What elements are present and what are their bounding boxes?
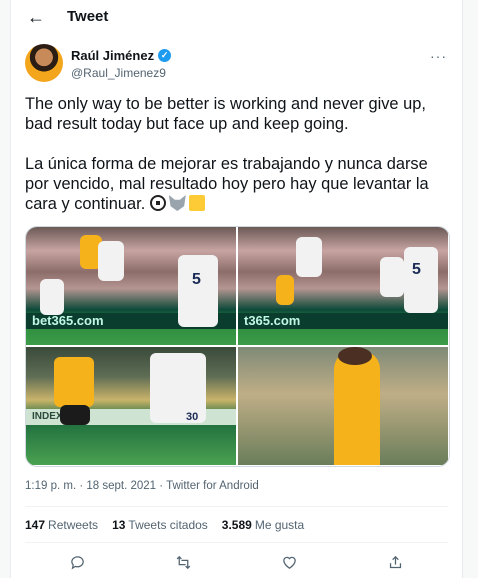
retweets-stat[interactable]: 147 Retweets: [25, 518, 98, 532]
author-name[interactable]: Raúl Jiménez: [71, 48, 154, 63]
player-head: [338, 347, 372, 365]
yellow-square-icon: [188, 195, 205, 211]
like-icon[interactable]: [279, 552, 299, 572]
tweet-date[interactable]: 18 sept. 2021: [86, 480, 156, 492]
tweet-page: ← Tweet Raúl Jiménez ✓ @Raul_Jimenez9 ··…: [10, 0, 463, 578]
meta-separator: ·: [156, 480, 167, 492]
arrow-left-icon[interactable]: ←: [27, 8, 47, 26]
photo-1[interactable]: bet365.com 5: [26, 227, 236, 345]
shirt-number: 5: [412, 261, 421, 278]
avatar[interactable]: [25, 44, 63, 82]
shirt-number: 5: [192, 271, 201, 288]
shirt-number: 30: [186, 411, 199, 423]
tweet-source[interactable]: Twitter for Android: [166, 480, 259, 492]
meta-separator: ·: [76, 480, 87, 492]
retweets-count: 147: [25, 518, 46, 532]
player: [178, 255, 218, 327]
tweet-paragraph-es-text: La única forma de mejorar es trabajando …: [25, 155, 434, 213]
author-name-row[interactable]: Raúl Jiménez ✓: [71, 48, 172, 63]
player: [334, 351, 380, 465]
header: ← Tweet: [11, 0, 462, 34]
likes-count: 3.589: [221, 518, 252, 532]
likes-label: Me gusta: [254, 518, 305, 532]
wolf-icon: [168, 195, 186, 211]
share-icon[interactable]: [385, 552, 405, 572]
tweet-time[interactable]: 1:19 p. m.: [25, 480, 76, 492]
retweet-icon[interactable]: [174, 552, 194, 572]
more-dots-icon[interactable]: ···: [430, 48, 447, 64]
ad-board: t365.com: [238, 313, 448, 329]
tweet-meta: 1:19 p. m. · 18 sept. 2021 · Twitter for…: [25, 480, 259, 492]
tweet-text: The only way to be better is working and…: [25, 94, 455, 214]
page-title: Tweet: [67, 8, 109, 25]
player: [404, 247, 438, 313]
divider: [25, 506, 448, 507]
tweet-paragraph-es: La única forma de mejorar es trabajando …: [25, 154, 455, 214]
photo-4[interactable]: [238, 347, 448, 465]
tweet-stats: 147 Retweets 13 Tweets citados 3.589 Me gus…: [25, 518, 304, 532]
player: [60, 405, 90, 425]
tweet-author: Raúl Jiménez ✓ @Raul_Jimenez9 ···: [25, 44, 455, 84]
tweet-paragraph-en: The only way to be better is working and…: [25, 95, 431, 133]
retweets-label: Retweets: [48, 518, 99, 532]
divider: [25, 542, 448, 543]
photo-3[interactable]: INDEX 30: [26, 347, 236, 465]
player: [98, 241, 124, 281]
quotes-count: 13: [112, 518, 126, 532]
action-bar: [25, 552, 448, 572]
verified-badge-icon: ✓: [158, 49, 172, 62]
quotes-stat[interactable]: 13 Tweets citados: [112, 518, 208, 532]
player: [54, 357, 94, 407]
media-grid: bet365.com 5 t365.com 5 INDEX 30: [25, 226, 450, 467]
soccer-ball-icon: [149, 195, 166, 211]
player: [276, 275, 294, 305]
player: [380, 257, 404, 297]
quotes-label: Tweets citados: [128, 518, 208, 532]
likes-stat[interactable]: 3.589 Me gusta: [222, 518, 304, 532]
player: [40, 279, 64, 315]
player: [296, 237, 322, 277]
photo-2[interactable]: t365.com 5: [238, 227, 448, 345]
author-handle[interactable]: @Raul_Jimenez9: [71, 66, 166, 80]
reply-icon[interactable]: [68, 552, 88, 572]
